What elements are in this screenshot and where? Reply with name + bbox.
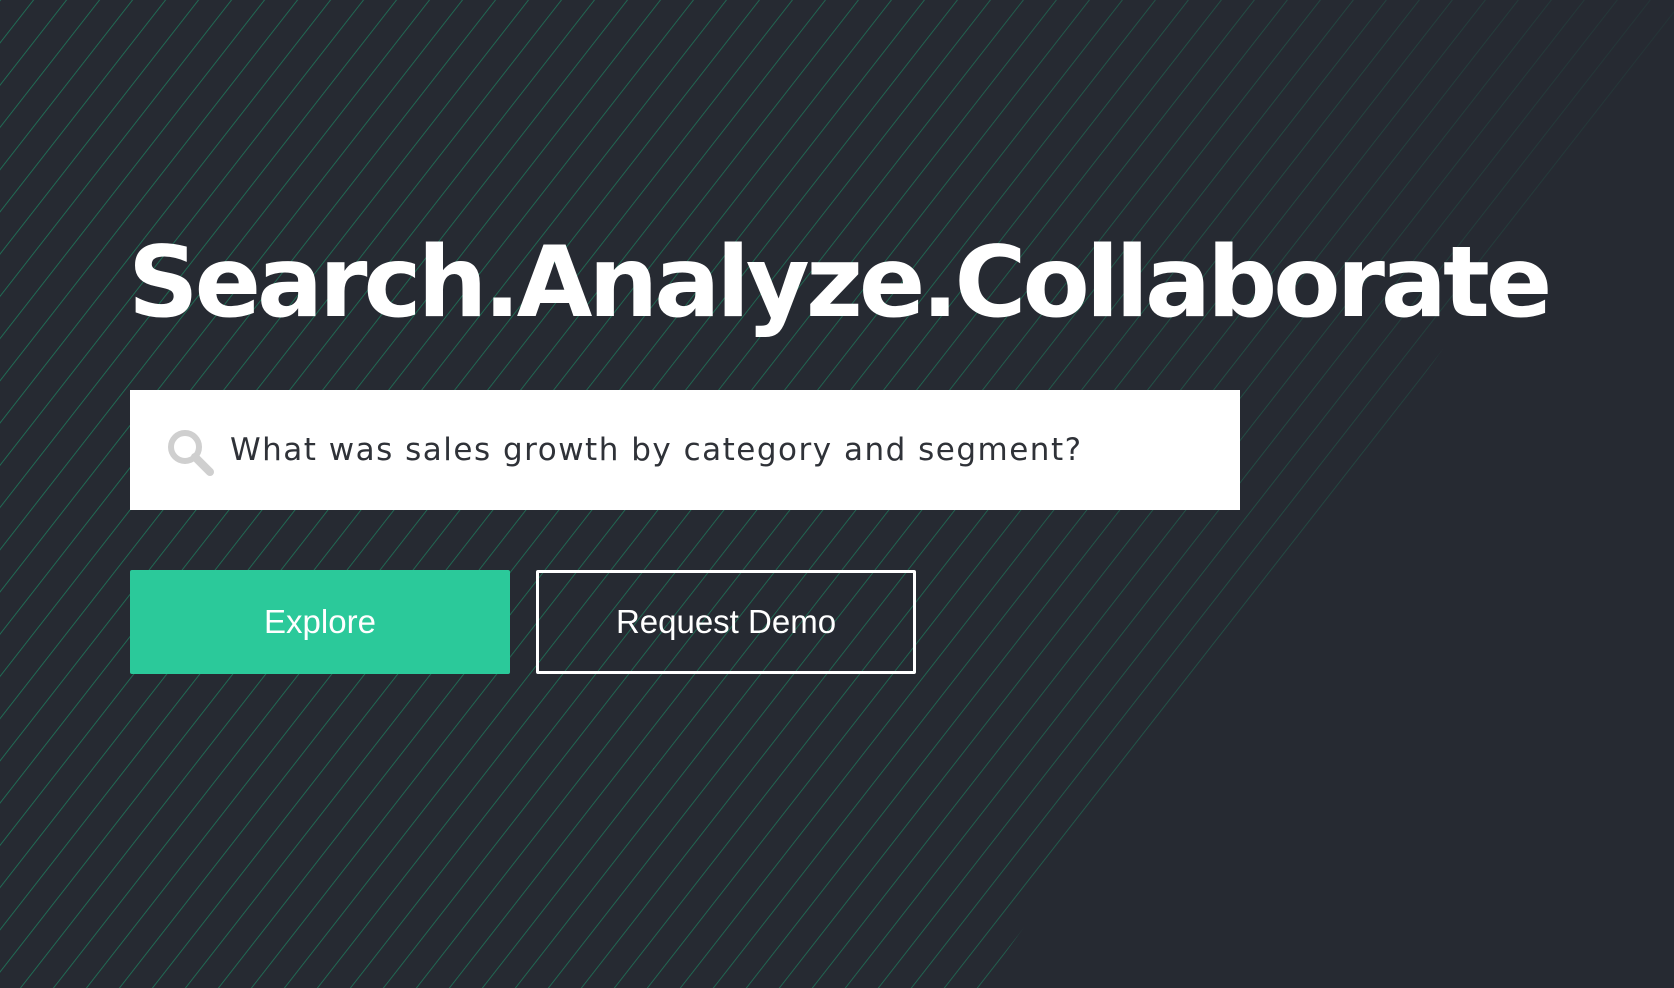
search-icon: [168, 430, 214, 476]
request-demo-button-label: Request Demo: [615, 603, 837, 640]
search-input[interactable]: What was sales growth by category and se…: [130, 390, 1240, 510]
search-query-text[interactable]: What was sales growth by category and se…: [230, 390, 1083, 510]
hero-section: Search.Analyze.Collaborate What was sale…: [0, 0, 1674, 988]
explore-button-label: Explore: [264, 603, 376, 640]
page-title: Search.Analyze.Collaborate: [128, 226, 1552, 340]
request-demo-button[interactable]: Request Demo: [536, 570, 916, 674]
explore-button[interactable]: Explore: [130, 570, 510, 674]
